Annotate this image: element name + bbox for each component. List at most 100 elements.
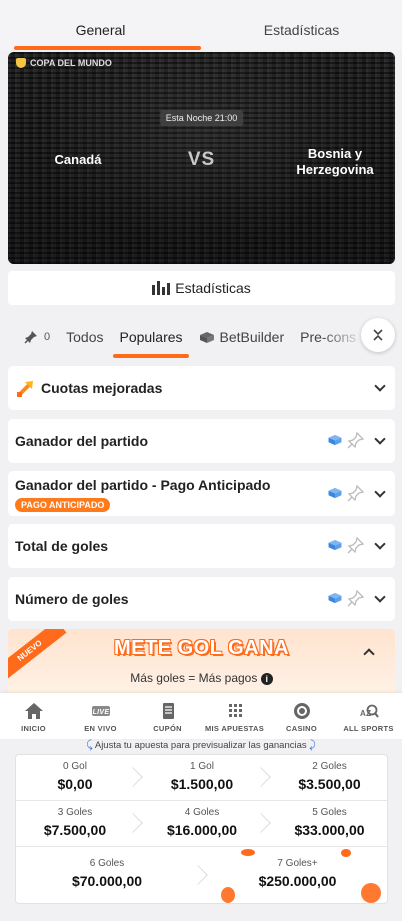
payout-amount: $16.000,00 — [166, 822, 238, 838]
payout-goals: 0 Gol — [63, 761, 87, 772]
nav-cupon[interactable]: CUPÓN — [134, 693, 201, 739]
nav-casino[interactable]: CASINO — [268, 693, 335, 739]
chevron-down-icon — [374, 538, 386, 550]
decor-blob — [341, 849, 351, 857]
payout-goals: 4 Goles — [184, 807, 220, 818]
betbuilder-icon — [328, 539, 342, 551]
pin-icon[interactable] — [347, 431, 365, 449]
chevron-down-icon — [374, 486, 386, 498]
competition-label: COPA DEL MUNDO — [30, 58, 112, 68]
nav-casino-label: CASINO — [286, 724, 317, 733]
top-tabs: General Estadísticas — [0, 0, 402, 50]
payout-table: 0 Gol $0,00 1 Gol $1.500,00 2 Goles $3.5… — [15, 754, 388, 904]
market-ganador-del-partido[interactable]: Ganador del partido — [8, 419, 395, 463]
promo-title: METE GOL GANA — [113, 637, 290, 659]
pin-icon[interactable] — [347, 484, 365, 502]
match-time: Esta Noche 21:00 — [159, 110, 244, 126]
payout-cell: 1 Gol $1.500,00 — [140, 761, 264, 792]
curved-arrow-icon: ⤹ — [86, 739, 93, 751]
nav-all-sports-label: ALL SPORTS — [343, 724, 394, 733]
boost-arrow-icon — [17, 381, 33, 397]
nav-inicio[interactable]: INICIO — [0, 693, 67, 739]
payout-hint: ⤹ Ajusta tu apuesta para previsualizar l… — [0, 739, 402, 752]
payout-amount: $70.000,00 — [71, 873, 143, 889]
decor-blob — [241, 849, 255, 856]
payout-amount: $7.500,00 — [43, 822, 107, 838]
row-divider — [16, 846, 387, 847]
payout-amount: $3.500,00 — [298, 776, 361, 792]
payout-cell: 4 Goles $16.000,00 — [140, 807, 264, 838]
tab-general[interactable]: General — [0, 0, 201, 50]
market-title: Ganador del partido — [15, 433, 149, 449]
home-team: Canadá — [54, 152, 102, 167]
tab-betbuilder-label: BetBuilder — [219, 329, 285, 345]
betbuilder-icon — [328, 487, 342, 499]
payout-cell: 7 Goles+ $250.000,00 — [206, 858, 389, 889]
svg-text:LIVE: LIVE — [92, 709, 109, 716]
statistics-button-label: Estadísticas — [175, 280, 251, 296]
payout-goals: 1 Gol — [190, 761, 214, 772]
market-title: Ganador del partido - Pago Anticipado — [15, 477, 271, 493]
bottom-navigation: INICIO LIVE EN VIVO CUPÓN MIS APUESTAS C… — [0, 693, 402, 739]
mete-gol-gana-promo[interactable]: NUEVO METE GOL GANA Más goles = Más pago… — [8, 629, 395, 694]
info-icon[interactable]: i — [260, 672, 273, 685]
home-icon — [24, 703, 43, 719]
payout-goals: 3 Goles — [57, 807, 93, 818]
collapse-all-button[interactable] — [361, 318, 395, 352]
chevron-down-icon — [374, 380, 386, 392]
payout-goals: 7 Goles+ — [277, 858, 318, 869]
decor-blob — [221, 887, 235, 903]
market-ganador-pago-anticipado[interactable]: Ganador del partido - Pago Anticipado PA… — [8, 471, 395, 516]
payout-cell: 0 Gol $0,00 — [16, 761, 134, 792]
vs-label: VS — [187, 149, 216, 170]
row-divider — [16, 800, 387, 801]
coupon-icon — [162, 703, 174, 719]
payout-goals: 2 Goles — [312, 761, 347, 772]
tab-todos[interactable]: Todos — [58, 316, 111, 358]
bar-chart-icon — [152, 281, 171, 295]
payout-cell: 2 Goles $3.500,00 — [270, 761, 389, 792]
payout-amount: $0,00 — [57, 776, 93, 792]
market-cuotas-mejoradas[interactable]: Cuotas mejoradas — [8, 366, 395, 410]
trophy-icon — [16, 58, 26, 68]
betbuilder-icon — [328, 592, 342, 604]
nav-en-vivo[interactable]: LIVE EN VIVO — [67, 693, 134, 739]
pin-icon — [24, 331, 37, 344]
promo-subtitle: Más goles = Más pagos i — [8, 671, 395, 685]
tab-populares[interactable]: Populares — [111, 316, 190, 358]
pinned-count: 0 — [44, 331, 51, 343]
tab-estadisticas[interactable]: Estadísticas — [201, 0, 402, 50]
curved-arrow-icon: ⤸ — [309, 739, 316, 751]
chevron-down-icon — [374, 433, 386, 445]
payout-hint-text: Ajusta tu apuesta para previsualizar las… — [94, 740, 307, 751]
nav-inicio-label: INICIO — [21, 724, 46, 733]
tab-betbuilder[interactable]: BetBuilder — [191, 316, 293, 358]
away-team: Bosnia y Herzegovina — [296, 146, 374, 177]
nav-mis-apuestas-label: MIS APUESTAS — [204, 724, 265, 733]
market-title: Número de goles — [15, 591, 129, 607]
pago-anticipado-badge: PAGO ANTICIPADO — [15, 498, 111, 512]
statistics-button[interactable]: Estadísticas — [8, 271, 395, 305]
competition-tag: COPA DEL MUNDO — [16, 58, 112, 68]
betbuilder-icon — [328, 434, 342, 446]
nav-mis-apuestas[interactable]: MIS APUESTAS — [201, 693, 268, 739]
market-total-de-goles[interactable]: Total de goles — [8, 524, 395, 568]
payout-amount: $33.000,00 — [294, 822, 365, 838]
tab-pinned[interactable]: 0 — [0, 316, 58, 358]
nav-all-sports[interactable]: AZ ALL SPORTS — [335, 693, 402, 739]
payout-amount: $250.000,00 — [258, 873, 337, 889]
pin-icon[interactable] — [347, 536, 365, 554]
match-hero: COPA DEL MUNDO Esta Noche 21:00 Canadá V… — [8, 52, 395, 264]
payout-goals: 6 Goles — [89, 858, 125, 869]
casino-chip-icon — [293, 703, 310, 719]
pin-icon[interactable] — [347, 589, 365, 607]
tabs-fade — [320, 316, 365, 358]
payout-cell: 6 Goles $70.000,00 — [16, 858, 198, 889]
collapse-icon — [373, 329, 383, 341]
chevron-down-icon — [374, 591, 386, 603]
promo-subtitle-text: Más goles = Más pagos — [130, 671, 258, 685]
nav-cupon-label: CUPÓN — [153, 724, 182, 733]
betbuilder-icon — [199, 331, 214, 343]
market-numero-de-goles[interactable]: Número de goles — [8, 577, 395, 621]
payout-goals: 5 Goles — [312, 807, 347, 818]
